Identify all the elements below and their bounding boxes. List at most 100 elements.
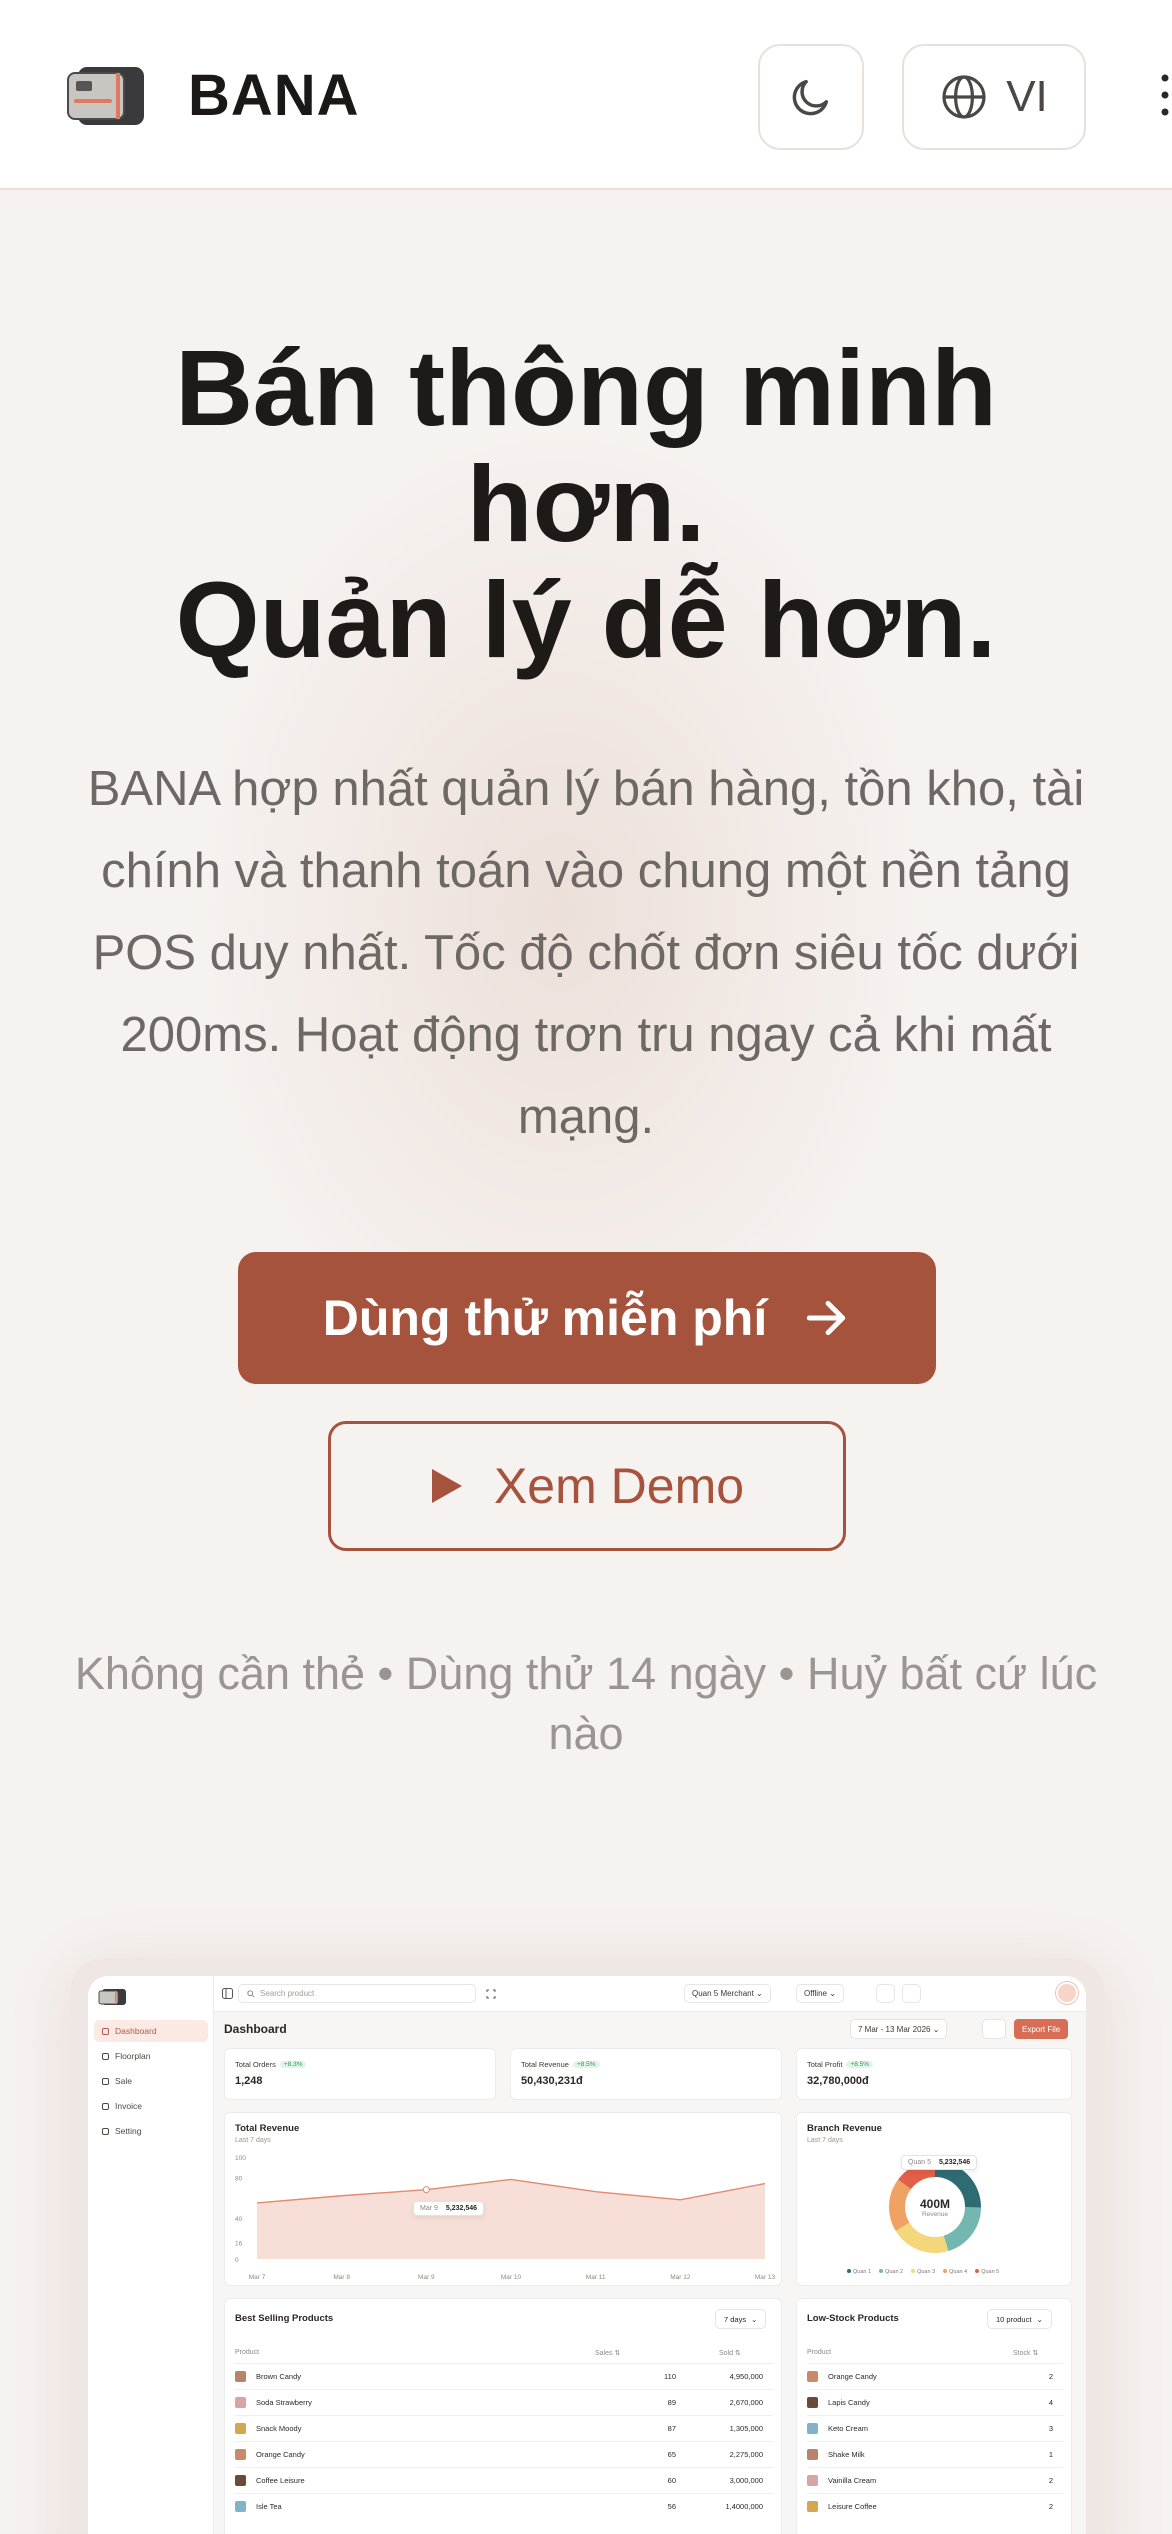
- search-placeholder: Search product: [260, 1989, 315, 1998]
- trial-note: Không cần thẻ • Dùng thử 14 ngày • Huỷ b…: [74, 1648, 1098, 1759]
- revenue-chart-subtitle: Last 7 days: [235, 2137, 271, 2144]
- mock-sun-icon[interactable]: [876, 1984, 895, 2003]
- mock-nav-setting[interactable]: Setting: [94, 2120, 208, 2142]
- best-range-select[interactable]: 7 days ⌄: [715, 2309, 767, 2329]
- arrow-right-icon: [807, 1300, 846, 1336]
- mock-date-range[interactable]: 7 Mar - 13 Mar 2026 ⌄: [850, 2019, 948, 2039]
- mock-nav-floorplan[interactable]: Floorplan: [94, 2045, 208, 2067]
- table-row[interactable]: Leisure Coffee 2: [807, 2493, 1063, 2519]
- tooltip-value: 5,232,546: [445, 2205, 478, 2212]
- headline-line-3: Quản lý dễ hơn.: [175, 559, 997, 680]
- branch-tooltip: Quan 5 5,232,546: [901, 2155, 978, 2170]
- table-row[interactable]: Orange Candy 2: [807, 2363, 1063, 2389]
- mock-export-button[interactable]: Export File: [1014, 2019, 1069, 2039]
- product-sales: 56: [667, 2502, 676, 2511]
- mock-nav-sale[interactable]: Sale: [94, 2070, 208, 2092]
- mock-merchant-select[interactable]: Quan 5 Merchant ⌄: [684, 1984, 771, 2003]
- legend-swatch: [975, 2269, 980, 2273]
- free-trial-label: Dùng thử miễn phí: [322, 1290, 768, 1346]
- more-menu-icon[interactable]: [1158, 70, 1172, 120]
- product-stock: 2: [1048, 2372, 1053, 2381]
- language-button[interactable]: VI: [902, 44, 1086, 150]
- stat-label: Total Revenue +8.5%: [521, 2060, 600, 2069]
- mock-filter-icon[interactable]: [982, 2019, 1006, 2039]
- table-row[interactable]: Coffee Leisure 60 3,000,000: [235, 2467, 773, 2493]
- mock-search-input[interactable]: Search product: [238, 1984, 476, 2003]
- col-sales: Sales ⇅: [595, 2350, 621, 2357]
- product-sold: 1,4000,000: [725, 2502, 763, 2511]
- product-sales: 89: [667, 2398, 676, 2407]
- floorplan-nav-icon: [102, 2052, 109, 2060]
- legend-swatch: [911, 2269, 916, 2273]
- brand[interactable]: BANA: [66, 62, 360, 129]
- product-thumbnail: [235, 2475, 246, 2486]
- product-name: Orange Candy: [828, 2372, 877, 2381]
- mock-logo-icon: [98, 1989, 126, 2005]
- legend-swatch: [879, 2269, 884, 2273]
- table-row[interactable]: Isle Tea 56 1,4000,000: [235, 2493, 773, 2519]
- scan-icon[interactable]: [486, 1989, 496, 1999]
- mock-nav-label: Dashboard: [115, 2026, 157, 2036]
- table-row[interactable]: Snack Moody 87 1,305,000: [235, 2415, 773, 2441]
- donut-legend: Quan 1 Quan 2 Quan 3 Quan 4 Quan 5: [847, 2269, 999, 2275]
- revenue-area-chart: 100 80 40 16 0 Mar 7 Mar 8 Mar 9 Mar 10 Mar 11 Mar…: [235, 2155, 776, 2281]
- stat-pct: +8.3%: [279, 2061, 307, 2068]
- watch-demo-button[interactable]: Xem Demo: [328, 1421, 846, 1551]
- legend-item: Quan 5: [975, 2269, 999, 2275]
- legend-item: Quan 1: [847, 2269, 871, 2275]
- sidebar-toggle-icon[interactable]: [222, 1988, 233, 1999]
- tooltip-value: 5,232,546: [938, 2159, 971, 2166]
- product-sold: 2,670,000: [729, 2398, 763, 2407]
- best-selling-title: Best Selling Products: [235, 2313, 334, 2324]
- legend-label: Quan 4: [949, 2269, 968, 2275]
- legend-label: Quan 1: [853, 2269, 872, 2275]
- table-row[interactable]: Keto Cream 3: [807, 2415, 1063, 2441]
- dashboard-nav-icon: [102, 2027, 109, 2035]
- product-name: Orange Candy: [256, 2450, 305, 2459]
- mock-avatar[interactable]: [1056, 1982, 1078, 2004]
- table-row[interactable]: Brown Candy 110 4,950,000: [235, 2363, 773, 2389]
- table-row[interactable]: Orange Candy 65 2,275,000: [235, 2441, 773, 2467]
- product-thumbnail: [807, 2475, 818, 2486]
- tooltip-date: Mar 9: [420, 2205, 438, 2212]
- legend-swatch: [847, 2269, 851, 2273]
- table-row[interactable]: Lapis Candy 4: [807, 2389, 1063, 2415]
- product-name: Coffee Leisure: [256, 2476, 305, 2485]
- product-thumbnail: [807, 2501, 818, 2512]
- free-trial-button[interactable]: Dùng thử miễn phí: [238, 1252, 936, 1384]
- x-tick-label: Mar 9: [418, 2274, 435, 2281]
- legend-label: Quan 2: [885, 2269, 904, 2275]
- product-name: Leisure Coffee: [828, 2502, 877, 2511]
- table-row[interactable]: Shake Milk 1: [807, 2441, 1063, 2467]
- language-label: VI: [1006, 72, 1048, 121]
- mock-nav-invoice[interactable]: Invoice: [94, 2095, 208, 2117]
- stat-value: 50,430,231đ: [521, 2075, 583, 2087]
- play-icon: [431, 1469, 462, 1503]
- x-tick-label: Mar 10: [501, 2274, 522, 2281]
- low-stock-card: Low-Stock Products 10 product ⌄ Product S…: [796, 2298, 1072, 2534]
- legend-label: Quan 3: [917, 2269, 936, 2275]
- mock-status-select[interactable]: Offline ⌄: [796, 1984, 844, 2003]
- table-row[interactable]: Vainilla Cream 2: [807, 2467, 1063, 2493]
- x-tick-label: Mar 13: [755, 2274, 776, 2281]
- product-stock: 3: [1048, 2424, 1053, 2433]
- legend-label: Quan 5: [981, 2269, 1000, 2275]
- y-tick-label: 16: [235, 2241, 243, 2248]
- mock-nav-label: Floorplan: [115, 2051, 151, 2061]
- table-row[interactable]: Soda Strawberry 89 2,670,000: [235, 2389, 773, 2415]
- product-thumbnail: [807, 2423, 818, 2434]
- theme-toggle-button[interactable]: [758, 44, 864, 150]
- mock-nav-dashboard[interactable]: Dashboard: [94, 2020, 208, 2042]
- mock-mail-icon[interactable]: [902, 1984, 921, 2003]
- low-range-select[interactable]: 10 product ⌄: [987, 2309, 1052, 2329]
- revenue-point[interactable]: [422, 2186, 430, 2194]
- chevron-down-icon: ⌄: [829, 1989, 836, 1998]
- product-stock: 2: [1048, 2476, 1053, 2485]
- invoice-nav-icon: [102, 2102, 109, 2110]
- product-sales: 87: [667, 2424, 676, 2433]
- mock-bell-icon[interactable]: [928, 1984, 947, 2003]
- product-name: Soda Strawberry: [256, 2398, 312, 2407]
- stat-value: 1,248: [235, 2075, 263, 2087]
- y-tick-label: 100: [235, 2155, 246, 2162]
- range-label: 10 product: [996, 2314, 1032, 2324]
